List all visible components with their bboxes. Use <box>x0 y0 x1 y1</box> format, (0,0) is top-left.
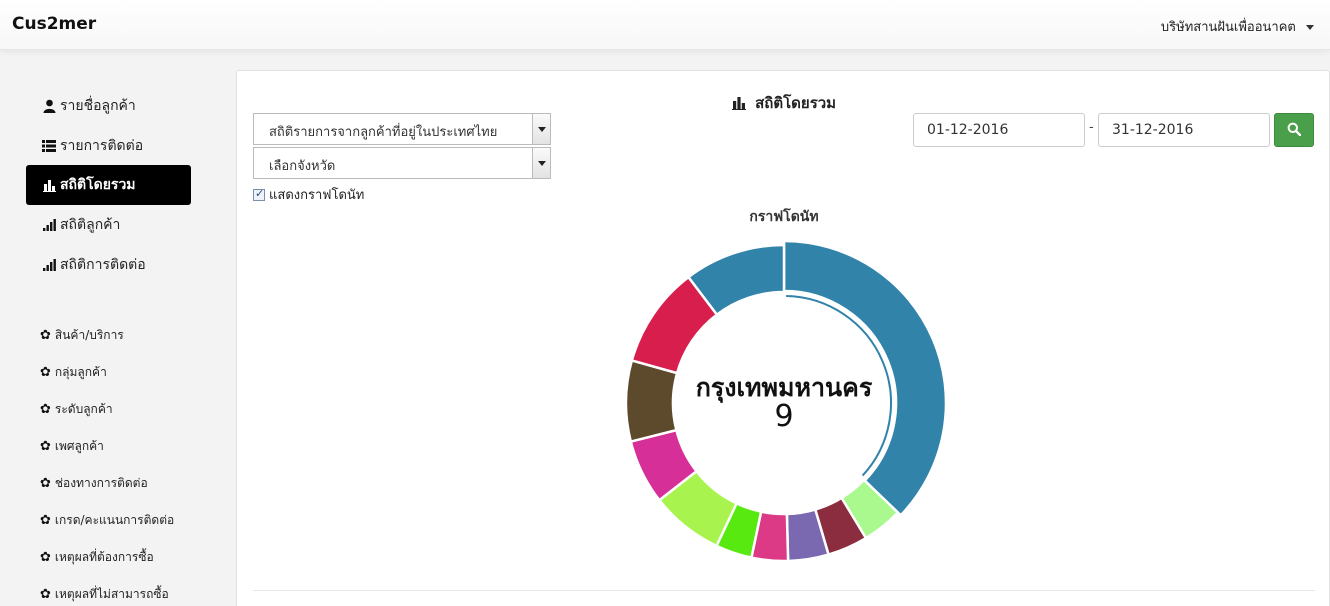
sidebar-item-customer-list[interactable]: รายชื่อลูกค้า <box>26 86 191 126</box>
sidebar-item-customer-stats[interactable]: สถิติลูกค้า <box>26 205 191 245</box>
sidebar-setting-no-purchase-reasons[interactable]: ✿ เหตุผลที่ไม่สามารถซื้อ <box>40 585 169 604</box>
bar-chart-icon <box>731 96 746 114</box>
sidebar-setting-label: กลุ่มลูกค้า <box>54 365 107 379</box>
caret-down-icon <box>1306 25 1314 30</box>
gear-icon: ✿ <box>40 513 51 528</box>
sidebar: รายชื่อลูกค้า รายการติดต่อ สถิติโดยรวม ส… <box>0 52 236 606</box>
sidebar-item-label: สถิติลูกค้า <box>60 217 121 233</box>
show-donut-checkbox[interactable] <box>253 187 265 201</box>
sidebar-setting-contact-grade[interactable]: ✿ เกรด/คะแนนการติดต่อ <box>40 511 174 530</box>
province-value: เลือกจังหวัด <box>269 159 336 174</box>
page-title: สถิติโดยรวม <box>237 91 1330 115</box>
list-icon <box>42 139 56 153</box>
sidebar-setting-label: ระดับลูกค้า <box>54 402 113 416</box>
chart-title: กราฟโดนัท <box>749 209 819 225</box>
report-type-select[interactable]: สถิติรายการจากลูกค้าที่อยู่ในประเทศไทย <box>253 113 551 145</box>
signal-icon <box>42 218 56 232</box>
sidebar-item-contact-list[interactable]: รายการติดต่อ <box>26 126 191 166</box>
gear-icon: ✿ <box>40 587 51 602</box>
sidebar-setting-label: เหตุผลที่ไม่สามารถซื้อ <box>54 587 169 601</box>
signal-icon <box>42 258 56 272</box>
sidebar-setting-label: เหตุผลที่ต้องการซื้อ <box>54 550 154 564</box>
sidebar-item-label: สถิติการติดต่อ <box>60 257 146 273</box>
gear-icon: ✿ <box>40 439 51 454</box>
date-to-input[interactable]: 31-12-2016 <box>1098 113 1270 147</box>
user-icon <box>42 99 56 113</box>
chevron-down-icon <box>532 114 550 144</box>
top-navbar: Cus2mer บริษัทสานฝันเพื่ออนาคต <box>0 0 1330 50</box>
company-dropdown[interactable]: บริษัทสานฝันเพื่ออนาคต <box>1161 16 1314 37</box>
search-icon <box>1287 121 1302 140</box>
report-type-value: สถิติรายการจากลูกค้าที่อยู่ในประเทศไทย <box>269 125 498 140</box>
donut-center-value: 9 <box>774 399 794 434</box>
search-button[interactable] <box>1274 113 1314 147</box>
sidebar-item-label: รายชื่อลูกค้า <box>60 98 136 114</box>
sidebar-item-contact-stats[interactable]: สถิติการติดต่อ <box>26 245 191 285</box>
chevron-down-icon <box>532 148 550 178</box>
gear-icon: ✿ <box>40 365 51 380</box>
bar-chart-icon <box>42 178 56 192</box>
sidebar-setting-customer-gender[interactable]: ✿ เพศลูกค้า <box>40 437 104 456</box>
sidebar-setting-label: เพศลูกค้า <box>54 439 104 453</box>
page-title-text: สถิติโดยรวม <box>755 94 837 112</box>
divider <box>253 590 1315 591</box>
sidebar-setting-contact-channel[interactable]: ✿ ช่องทางการติดต่อ <box>40 474 148 493</box>
gear-icon: ✿ <box>40 402 51 417</box>
date-from-input[interactable]: 01-12-2016 <box>913 113 1085 147</box>
sidebar-setting-customer-group[interactable]: ✿ กลุ่มลูกค้า <box>40 363 107 382</box>
sidebar-setting-customer-level[interactable]: ✿ ระดับลูกค้า <box>40 400 113 419</box>
sidebar-item-label: สถิติโดยรวม <box>60 177 136 193</box>
gear-icon: ✿ <box>40 328 51 343</box>
company-name: บริษัทสานฝันเพื่ออนาคต <box>1160 20 1296 35</box>
gear-icon: ✿ <box>40 476 51 491</box>
sidebar-setting-label: สินค้า/บริการ <box>54 328 124 342</box>
show-donut-label: แสดงกราฟโดนัท <box>269 188 365 203</box>
show-donut-option: แสดงกราฟโดนัท <box>253 184 364 205</box>
sidebar-item-overall-stats[interactable]: สถิติโดยรวม <box>26 165 191 205</box>
sidebar-setting-products[interactable]: ✿ สินค้า/บริการ <box>40 326 124 345</box>
sidebar-item-label: รายการติดต่อ <box>60 138 144 154</box>
sidebar-setting-purchase-reasons[interactable]: ✿ เหตุผลที่ต้องการซื้อ <box>40 548 154 567</box>
brand-logo[interactable]: Cus2mer <box>12 14 96 34</box>
sidebar-setting-label: เกรด/คะแนนการติดต่อ <box>54 513 175 527</box>
date-separator: - <box>1089 120 1094 135</box>
sidebar-setting-label: ช่องทางการติดต่อ <box>54 476 148 490</box>
province-select[interactable]: เลือกจังหวัด <box>253 147 551 179</box>
stats-panel: สถิติโดยรวม สถิติรายการจากลูกค้าที่อยู่ใ… <box>236 70 1330 606</box>
gear-icon: ✿ <box>40 550 51 565</box>
